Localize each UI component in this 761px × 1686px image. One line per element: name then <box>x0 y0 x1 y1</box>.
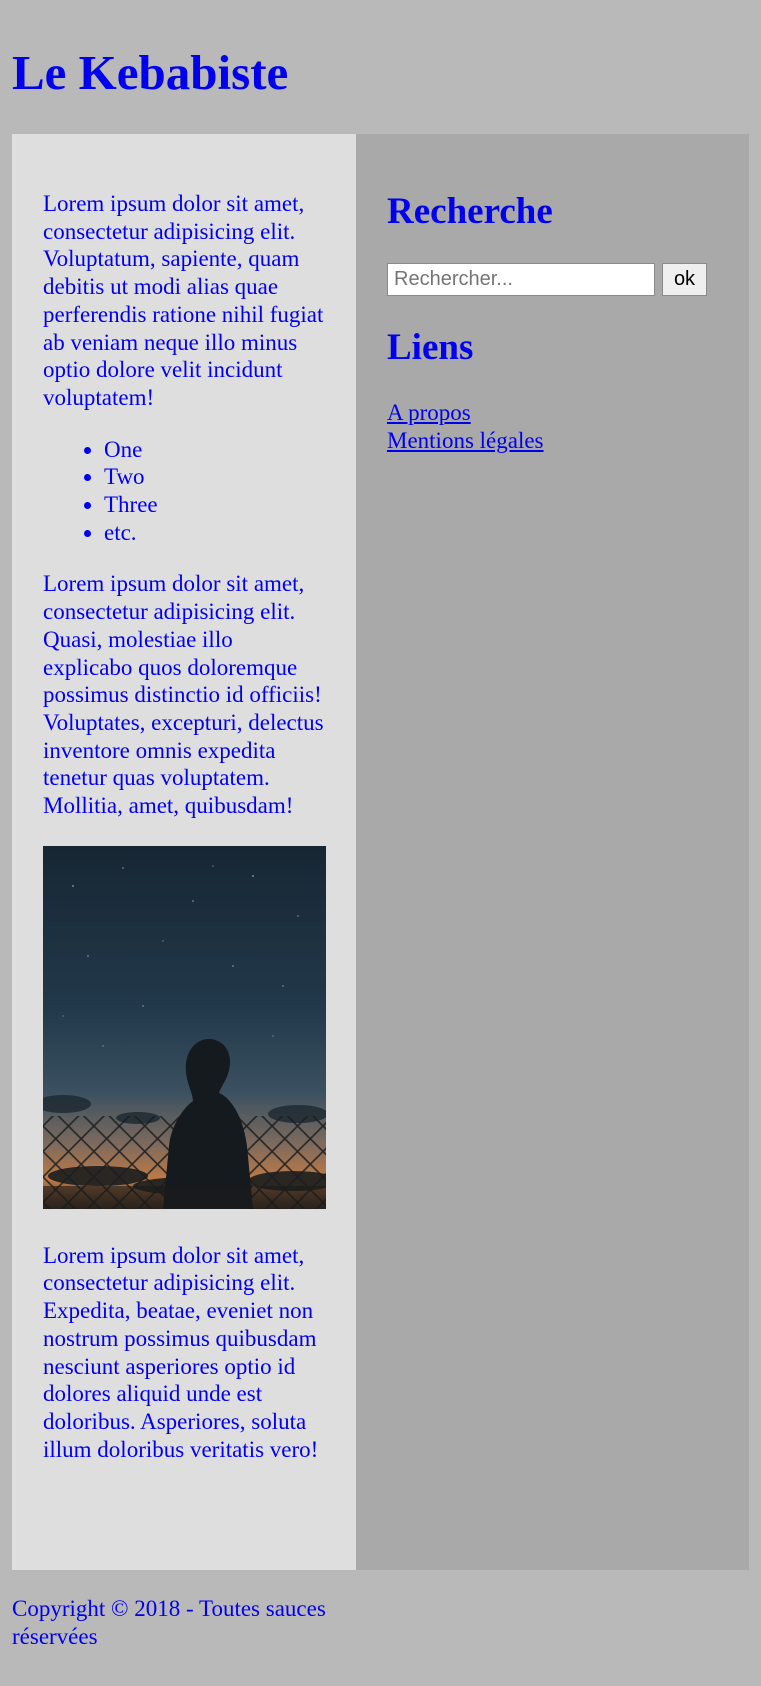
second-paragraph: Lorem ipsum dolor sit amet, consectetur … <box>43 571 324 819</box>
links-heading: Liens <box>387 327 474 368</box>
link-a-propos[interactable]: A propos <box>387 399 471 427</box>
third-paragraph: Lorem ipsum dolor sit amet, consectetur … <box>43 1242 319 1462</box>
search-submit-button[interactable]: ok <box>662 263 707 296</box>
sidebar: Recherche ok Liens A propos Mentions lég… <box>356 134 749 1570</box>
list-item: One <box>104 436 325 464</box>
links-list: A propos Mentions légales <box>387 399 718 454</box>
bullet-list: One Two Three etc. <box>43 436 325 547</box>
content-wrapper: Lorem ipsum dolor sit amet, consectetur … <box>12 134 749 1570</box>
search-heading: Recherche <box>387 191 553 232</box>
site-title: Le Kebabiste <box>12 45 289 100</box>
search-form: ok <box>387 263 718 296</box>
night-silhouette-photo <box>43 845 326 1209</box>
link-mentions-legales[interactable]: Mentions légales <box>387 427 544 455</box>
main-content: Lorem ipsum dolor sit amet, consectetur … <box>12 134 356 1570</box>
list-item: etc. <box>104 519 325 547</box>
footer-copyright: Copyright © 2018 - Toutes sauces réservé… <box>12 1596 326 1649</box>
list-item: Two <box>104 463 325 491</box>
search-input[interactable] <box>387 263 655 296</box>
intro-paragraph: Lorem ipsum dolor sit amet, consectetur … <box>43 191 324 410</box>
list-item: Three <box>104 491 325 519</box>
